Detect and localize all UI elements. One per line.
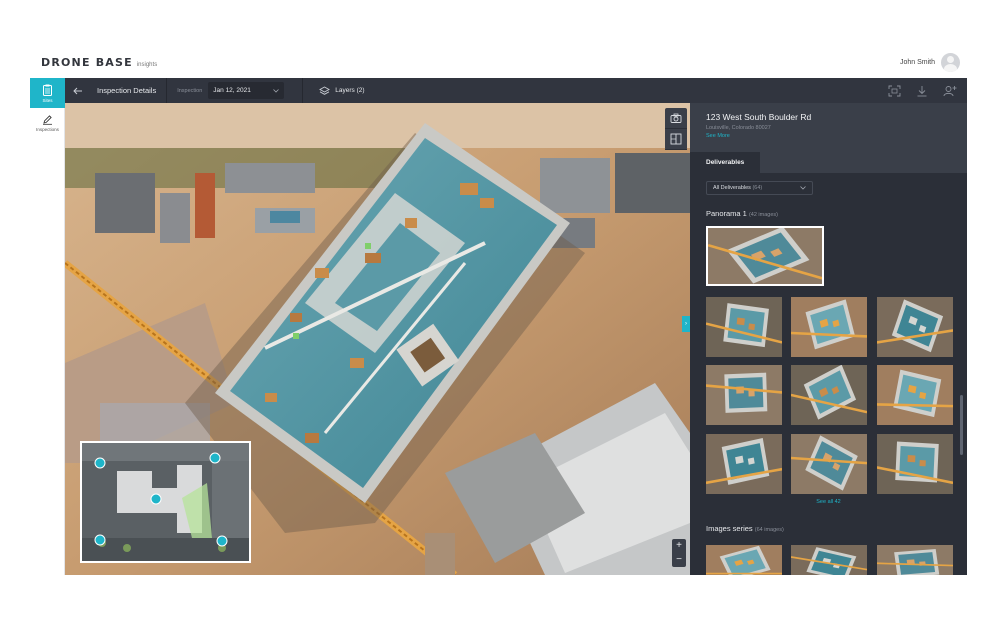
panel-tabs: Deliverables bbox=[690, 152, 761, 173]
filter-count: (64) bbox=[752, 185, 763, 191]
image-thumbnail[interactable] bbox=[706, 365, 782, 425]
panorama-count: (42 images) bbox=[748, 212, 778, 218]
featured-thumbnail[interactable] bbox=[706, 226, 824, 286]
site-city: Louisville, Colorado 80027 bbox=[706, 125, 771, 131]
inspection-date-select[interactable]: Jan 12, 2021 bbox=[208, 82, 285, 99]
image-thumbnail[interactable] bbox=[706, 545, 782, 575]
panel-toggle-button[interactable]: › bbox=[682, 316, 690, 332]
site-header: 123 West South Boulder Rd Louisville, Co… bbox=[690, 103, 967, 173]
clipboard-icon bbox=[43, 84, 52, 96]
download-icon bbox=[917, 85, 927, 96]
page-title: Inspection Details bbox=[97, 86, 157, 95]
map-tools bbox=[665, 108, 687, 150]
panorama-marker-icon[interactable] bbox=[94, 457, 106, 469]
panel-scrollbar[interactable] bbox=[960, 395, 963, 455]
camera-button[interactable] bbox=[665, 108, 687, 129]
panorama-section-title: Panorama 1 (42 images) bbox=[706, 209, 778, 218]
panorama-marker-icon[interactable] bbox=[216, 535, 228, 547]
image-thumbnail[interactable] bbox=[791, 545, 867, 575]
image-thumbnail[interactable] bbox=[791, 297, 867, 357]
user-menu[interactable]: John Smith bbox=[900, 53, 960, 72]
rail-label-sites: Sites bbox=[42, 97, 53, 103]
image-thumbnail[interactable] bbox=[877, 434, 953, 494]
layers-label: Layers (2) bbox=[335, 87, 365, 94]
camera-icon bbox=[670, 113, 682, 123]
screen-capture-icon bbox=[888, 85, 900, 96]
layers-icon bbox=[319, 85, 331, 95]
inspection-date-value: Jan 12, 2021 bbox=[213, 87, 251, 94]
image-thumbnail[interactable] bbox=[706, 297, 782, 357]
chevron-right-icon: › bbox=[685, 321, 687, 327]
chevron-down-icon bbox=[800, 186, 806, 190]
image-thumbnail[interactable] bbox=[706, 434, 782, 494]
zoom-control: + − bbox=[672, 539, 686, 567]
image-thumbnail[interactable] bbox=[877, 545, 953, 575]
app-frame: Sites Inspections Inspection Details Ins… bbox=[30, 78, 967, 575]
see-all-link[interactable]: See all 42 bbox=[690, 499, 967, 505]
compare-button[interactable] bbox=[665, 129, 687, 150]
pencil-icon bbox=[43, 115, 52, 125]
panorama-marker-icon[interactable] bbox=[150, 493, 162, 505]
screenshot-button[interactable] bbox=[887, 84, 901, 98]
rail-label-inspections: Inspections bbox=[36, 127, 59, 132]
panorama-marker-icon[interactable] bbox=[94, 534, 106, 546]
filter-value: All Deliverables (64) bbox=[713, 185, 763, 191]
aerial-map-view[interactable]: › + − bbox=[65, 103, 690, 575]
series-section-title: Images series (64 images) bbox=[706, 524, 784, 533]
inspection-label: Inspection bbox=[177, 87, 203, 94]
minimap-image bbox=[82, 443, 249, 561]
overview-minimap[interactable] bbox=[80, 441, 251, 563]
top-bar: Inspection Details Inspection Jan 12, 20… bbox=[65, 78, 967, 103]
brand-name: DRONE BASE bbox=[41, 56, 133, 69]
avatar[interactable] bbox=[941, 53, 960, 72]
chevron-down-icon bbox=[273, 88, 280, 93]
share-user-button[interactable] bbox=[943, 84, 957, 98]
deliverables-filter-select[interactable]: All Deliverables (64) bbox=[706, 181, 813, 195]
see-more-link[interactable]: See More bbox=[706, 133, 951, 139]
zoom-out-button[interactable]: − bbox=[672, 553, 686, 567]
image-thumbnail[interactable] bbox=[791, 434, 867, 494]
deliverables-panel: 123 West South Boulder Rd Louisville, Co… bbox=[690, 103, 967, 575]
image-thumbnail[interactable] bbox=[877, 365, 953, 425]
add-user-icon bbox=[943, 85, 957, 96]
brand-product: insights bbox=[136, 62, 158, 68]
rail-item-sites[interactable]: Sites bbox=[30, 78, 65, 108]
site-address: 123 West South Boulder Rd bbox=[706, 112, 812, 122]
toolbar-actions bbox=[887, 78, 957, 103]
left-rail: Sites Inspections bbox=[30, 78, 65, 575]
series-count: (64 images) bbox=[754, 527, 784, 533]
rail-item-inspections[interactable]: Inspections bbox=[30, 108, 65, 138]
layers-button[interactable]: Layers (2) bbox=[303, 85, 365, 96]
panorama-marker-icon[interactable] bbox=[209, 452, 221, 464]
brand-logo[interactable]: DRONE BASE insights bbox=[41, 56, 157, 69]
image-thumbnail[interactable] bbox=[791, 365, 867, 425]
download-button[interactable] bbox=[915, 84, 929, 98]
user-name: John Smith bbox=[899, 59, 935, 66]
tab-deliverables[interactable]: Deliverables bbox=[690, 152, 761, 173]
back-button[interactable] bbox=[65, 78, 91, 103]
arrow-left-icon bbox=[73, 87, 82, 94]
split-view-icon bbox=[670, 133, 682, 145]
zoom-in-button[interactable]: + bbox=[672, 539, 686, 553]
app-screen: DRONE BASE insights John Smith Sites Ins… bbox=[0, 0, 1000, 625]
image-thumbnail[interactable] bbox=[877, 297, 953, 357]
